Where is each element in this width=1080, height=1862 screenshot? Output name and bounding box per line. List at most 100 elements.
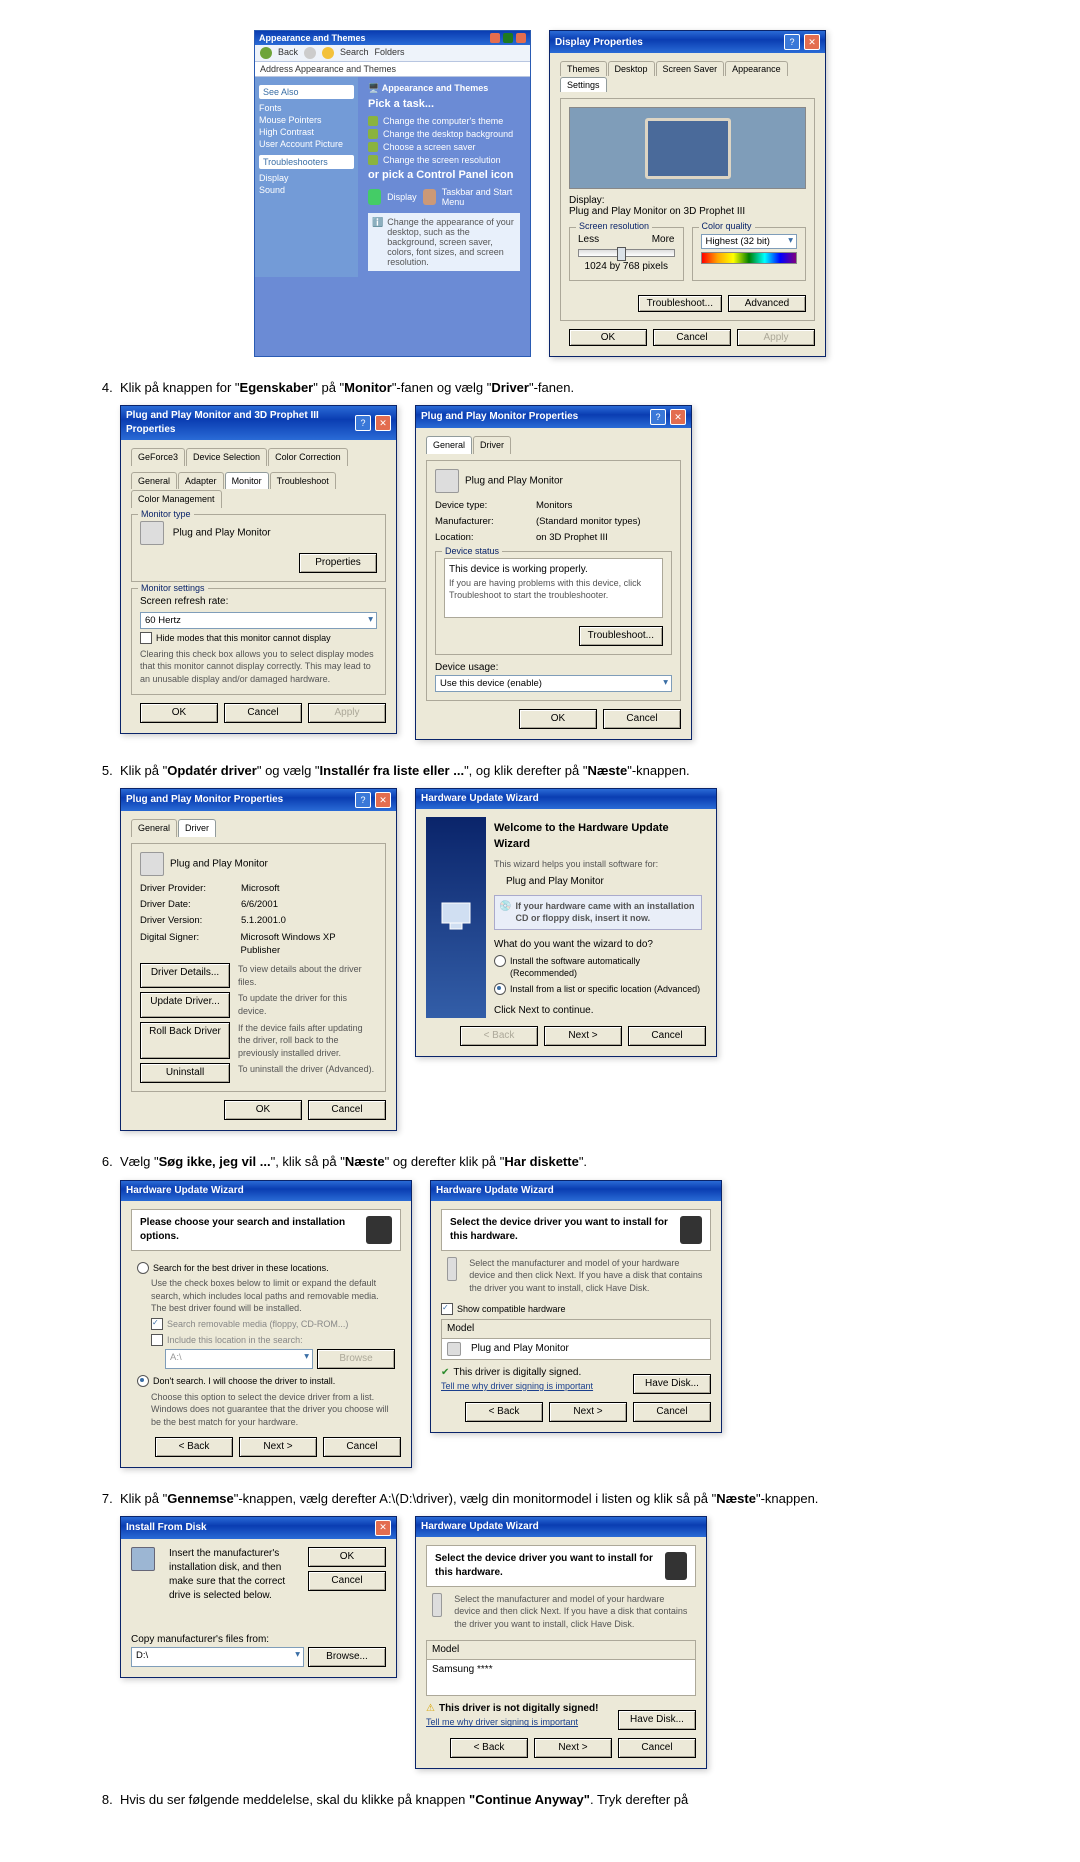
tab-appearance[interactable]: Appearance	[725, 61, 788, 76]
rollback-driver-button[interactable]: Roll Back Driver	[140, 1022, 230, 1060]
advanced-button[interactable]: Advanced	[728, 295, 806, 312]
location-path[interactable]: A:\	[165, 1349, 313, 1369]
path-select[interactable]: D:\	[131, 1647, 304, 1667]
tab[interactable]: GeForce3	[131, 448, 185, 466]
troubleshoot-button[interactable]: Troubleshoot...	[638, 295, 722, 312]
close-icon[interactable]	[516, 33, 526, 43]
color-quality-select[interactable]: Highest (32 bit)	[701, 234, 798, 249]
side-item[interactable]: Fonts	[259, 103, 354, 113]
back-button[interactable]: Back	[278, 47, 298, 59]
side-item[interactable]: Sound	[259, 185, 354, 195]
have-disk-button[interactable]: Have Disk...	[633, 1374, 711, 1394]
side-item[interactable]: User Account Picture	[259, 139, 354, 149]
cancel-button[interactable]: Cancel	[323, 1437, 401, 1457]
next-button[interactable]: Next >	[534, 1738, 612, 1758]
close-icon[interactable]: ✕	[804, 34, 820, 50]
tab[interactable]: Troubleshoot	[270, 472, 336, 490]
ok-button[interactable]: OK	[569, 329, 647, 346]
maximize-icon[interactable]	[503, 33, 513, 43]
back-button[interactable]: < Back	[155, 1437, 233, 1457]
folders-button[interactable]: Folders	[375, 47, 405, 59]
dont-search-radio[interactable]: Don't search. I will choose the driver t…	[137, 1375, 395, 1388]
refresh-rate-select[interactable]: 60 Hertz	[140, 612, 377, 629]
cancel-button[interactable]: Cancel	[633, 1402, 711, 1422]
close-icon[interactable]: ✕	[670, 409, 686, 425]
ok-button[interactable]: OK	[140, 703, 218, 723]
troubleshoot-button[interactable]: Troubleshoot...	[579, 626, 663, 646]
apply-button[interactable]: Apply	[737, 329, 815, 346]
side-item[interactable]: Display	[259, 173, 354, 183]
close-icon[interactable]: ✕	[375, 415, 391, 431]
uninstall-button[interactable]: Uninstall	[140, 1063, 230, 1083]
update-driver-button[interactable]: Update Driver...	[140, 992, 230, 1017]
ok-button[interactable]: OK	[519, 709, 597, 729]
cancel-button[interactable]: Cancel	[308, 1100, 386, 1120]
up-icon[interactable]	[322, 47, 334, 59]
show-compatible-checkbox[interactable]: Show compatible hardware	[441, 1303, 711, 1316]
side-item[interactable]: Mouse Pointers	[259, 115, 354, 125]
install-auto-radio[interactable]: Install the software automatically (Reco…	[494, 955, 702, 980]
tab[interactable]: Color Correction	[268, 448, 348, 466]
cancel-button[interactable]: Cancel	[308, 1571, 386, 1591]
task-item[interactable]: Choose a screen saver	[368, 142, 520, 152]
close-icon[interactable]: ✕	[375, 792, 391, 808]
tab-screensaver[interactable]: Screen Saver	[656, 61, 725, 76]
forward-icon[interactable]	[304, 47, 316, 59]
back-button[interactable]: < Back	[450, 1738, 528, 1758]
tab-driver[interactable]: Driver	[178, 819, 216, 837]
include-location-checkbox[interactable]: Include this location in the search:	[151, 1334, 395, 1347]
back-button[interactable]: < Back	[465, 1402, 543, 1422]
resolution-slider[interactable]	[578, 249, 675, 257]
cancel-button[interactable]: Cancel	[224, 703, 302, 723]
help-icon[interactable]: ?	[355, 415, 371, 431]
task-item[interactable]: Change the desktop background	[368, 129, 520, 139]
tab-desktop[interactable]: Desktop	[608, 61, 655, 76]
hide-modes-checkbox[interactable]: Hide modes that this monitor cannot disp…	[140, 632, 377, 645]
tab[interactable]: General	[131, 472, 177, 490]
search-button[interactable]: Search	[340, 47, 369, 59]
tab[interactable]: Adapter	[178, 472, 224, 490]
model-row[interactable]: Samsung ****	[427, 1660, 695, 1695]
search-removable-checkbox[interactable]: Search removable media (floppy, CD-ROM..…	[151, 1318, 395, 1331]
ok-button[interactable]: OK	[308, 1547, 386, 1567]
device-usage-select[interactable]: Use this device (enable)	[435, 675, 672, 692]
side-item[interactable]: High Contrast	[259, 127, 354, 137]
apply-button[interactable]: Apply	[308, 703, 386, 723]
tab-driver[interactable]: Driver	[473, 436, 511, 454]
next-button[interactable]: Next >	[544, 1026, 622, 1046]
driver-details-button[interactable]: Driver Details...	[140, 963, 230, 988]
back-button[interactable]: < Back	[460, 1026, 538, 1046]
cancel-button[interactable]: Cancel	[653, 329, 731, 346]
browse-button[interactable]: Browse	[317, 1349, 395, 1369]
cancel-button[interactable]: Cancel	[618, 1738, 696, 1758]
cancel-button[interactable]: Cancel	[603, 709, 681, 729]
address-bar[interactable]: Address Appearance and Themes	[255, 62, 530, 77]
tab-monitor[interactable]: Monitor	[225, 472, 269, 490]
browse-button[interactable]: Browse...	[308, 1647, 386, 1667]
model-row[interactable]: Plug and Play Monitor	[442, 1339, 710, 1359]
next-button[interactable]: Next >	[549, 1402, 627, 1422]
tab[interactable]: Color Management	[131, 490, 222, 508]
help-icon[interactable]: ?	[355, 792, 371, 808]
help-icon[interactable]: ?	[784, 34, 800, 50]
tab[interactable]: Device Selection	[186, 448, 267, 466]
task-item[interactable]: Change the computer's theme	[368, 116, 520, 126]
tab-settings[interactable]: Settings	[560, 77, 607, 92]
install-from-list-radio[interactable]: Install from a list or specific location…	[494, 983, 702, 996]
tab-themes[interactable]: Themes	[560, 61, 607, 76]
tab-general[interactable]: General	[131, 819, 177, 837]
ok-button[interactable]: OK	[224, 1100, 302, 1120]
task-item[interactable]: Change the screen resolution	[368, 155, 520, 165]
back-icon[interactable]	[260, 47, 272, 59]
cp-icon-display[interactable]: Display Taskbar and Start Menu	[368, 187, 520, 207]
cancel-button[interactable]: Cancel	[628, 1026, 706, 1046]
have-disk-button[interactable]: Have Disk...	[618, 1710, 696, 1730]
search-best-radio[interactable]: Search for the best driver in these loca…	[137, 1262, 395, 1275]
tell-me-why-link[interactable]: Tell me why driver signing is important	[441, 1381, 593, 1391]
tab-general[interactable]: General	[426, 436, 472, 454]
help-icon[interactable]: ?	[650, 409, 666, 425]
minimize-icon[interactable]	[490, 33, 500, 43]
tell-me-why-link[interactable]: Tell me why driver signing is important	[426, 1717, 578, 1727]
next-button[interactable]: Next >	[239, 1437, 317, 1457]
properties-button[interactable]: Properties	[299, 553, 377, 573]
